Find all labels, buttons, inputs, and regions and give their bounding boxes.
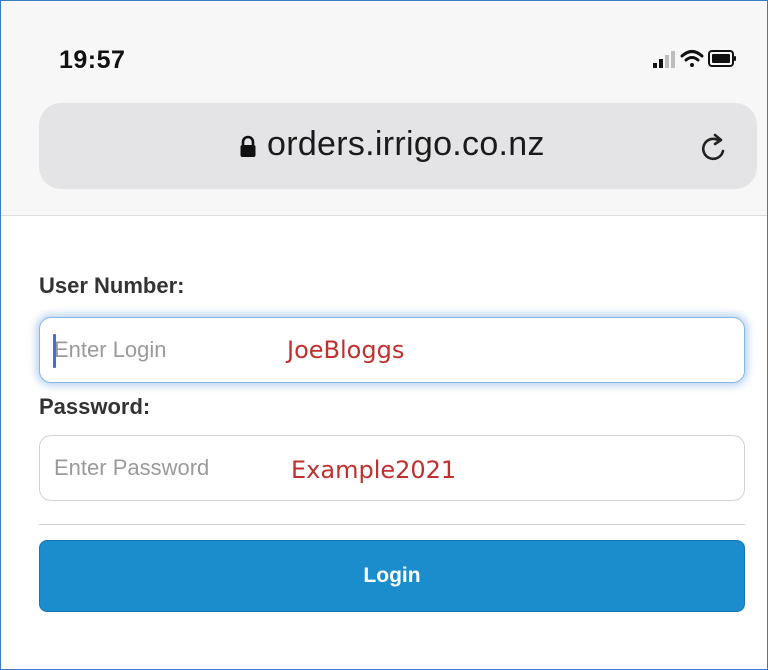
text-caret [53, 334, 56, 368]
password-label: Password: [39, 394, 151, 419]
password-annotation: Example2021 [291, 456, 457, 484]
wifi-icon [680, 50, 704, 67]
battery-icon [708, 50, 736, 67]
login-annotation: JoeBloggs [287, 336, 405, 364]
reload-icon[interactable] [697, 131, 731, 165]
address-bar[interactable]: orders.irrigo.co.nz [39, 103, 757, 189]
screenshot-frame: 19:57 orders.irrigo.co.nz User Number: E… [0, 0, 768, 670]
signal-icon [653, 51, 675, 68]
login-button[interactable]: Login [39, 540, 745, 612]
status-time: 19:57 [59, 46, 126, 74]
browser-chrome: 19:57 orders.irrigo.co.nz [1, 1, 767, 216]
divider [39, 524, 745, 525]
user-number-label: User Number: [39, 273, 185, 298]
url-text: orders.irrigo.co.nz [267, 125, 545, 163]
status-icons [651, 45, 741, 75]
lock-icon [240, 135, 256, 157]
